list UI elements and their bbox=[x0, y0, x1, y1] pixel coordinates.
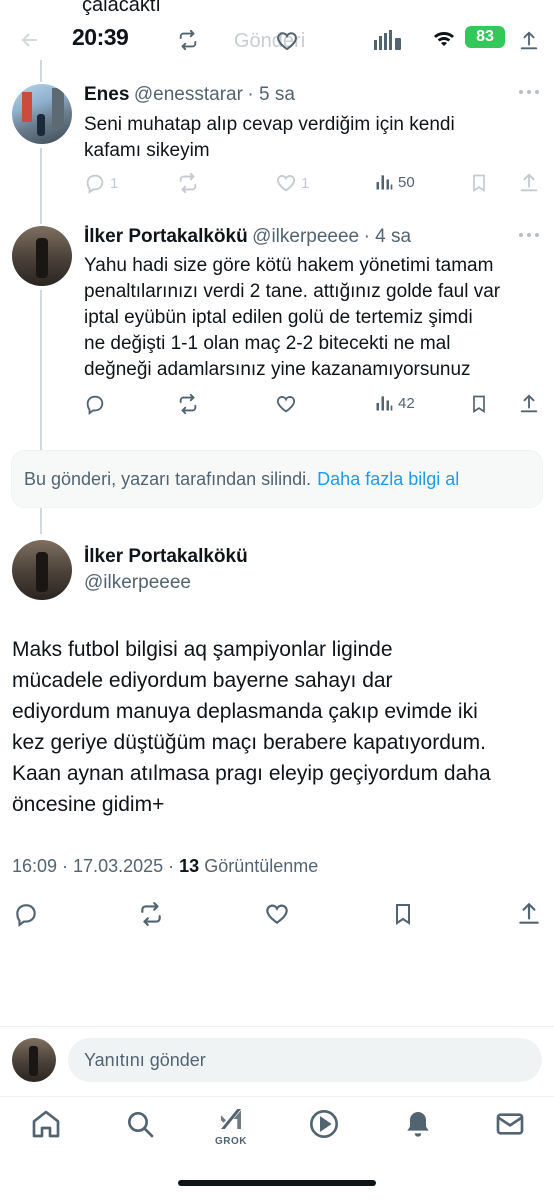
play-icon[interactable] bbox=[308, 1108, 340, 1140]
share-icon[interactable] bbox=[518, 393, 540, 415]
more-icon[interactable] bbox=[518, 88, 540, 96]
views-button[interactable]: 50 bbox=[374, 172, 415, 192]
like-icon bbox=[275, 172, 297, 194]
tweet-header: İlker Portakalkökü @ilkerpeeee · 4 sa bbox=[84, 226, 411, 248]
divider bbox=[0, 1026, 554, 1027]
battery-indicator: 83 bbox=[465, 26, 505, 48]
like-icon[interactable] bbox=[263, 901, 291, 927]
tweet-text: Seni muhatap alıp cevap verdiğim için ke… bbox=[84, 114, 455, 161]
repost-icon[interactable] bbox=[176, 29, 200, 51]
tweet-timestamp[interactable]: 16:09 · 17.03.2025 · bbox=[12, 856, 174, 876]
tweet-age: · 4 sa bbox=[363, 226, 412, 247]
like-icon[interactable] bbox=[275, 29, 299, 53]
views-icon bbox=[374, 172, 394, 192]
main-tweet-text: Maks futbol bilgisi aq şampiyonlar ligin… bbox=[12, 638, 491, 816]
deleted-notice-text: Bu gönderi, yazarı tarafından silindi. bbox=[24, 468, 312, 489]
share-icon[interactable] bbox=[518, 172, 540, 194]
repost-icon[interactable] bbox=[137, 901, 165, 927]
status-time: 20:39 bbox=[72, 24, 129, 50]
views-button[interactable]: 42 bbox=[374, 393, 415, 413]
avatar bbox=[12, 1038, 56, 1082]
bookmark-icon[interactable] bbox=[469, 393, 489, 415]
grok-label: GROK bbox=[215, 1136, 247, 1147]
tweet-header: Enes @enesstarar · 5 sa bbox=[84, 84, 295, 106]
tweet-text: Yahu hadi size göre kötü hakem yönetimi … bbox=[84, 255, 501, 380]
back-icon[interactable] bbox=[18, 28, 42, 52]
home-icon[interactable] bbox=[30, 1108, 62, 1140]
bell-icon[interactable] bbox=[402, 1108, 434, 1140]
views-label: Görüntülenme bbox=[204, 856, 319, 876]
thread-line bbox=[40, 508, 42, 534]
author-handle[interactable]: @ilkerpeeee bbox=[252, 226, 359, 247]
reply-input[interactable]: Yanıtını gönder bbox=[68, 1038, 542, 1082]
home-indicator bbox=[178, 1180, 376, 1186]
author-name[interactable]: Enes bbox=[84, 84, 129, 105]
repost-button[interactable] bbox=[177, 172, 199, 194]
like-button[interactable] bbox=[275, 393, 297, 415]
repost-icon bbox=[177, 172, 199, 194]
divider bbox=[0, 1096, 554, 1097]
thread-line bbox=[40, 148, 42, 224]
share-icon[interactable] bbox=[518, 30, 540, 52]
author-handle[interactable]: @enesstarar bbox=[134, 84, 243, 105]
tweet-age: · 5 sa bbox=[247, 84, 295, 105]
thread-line bbox=[40, 60, 42, 82]
cut-off-text: çalacaktı bbox=[82, 0, 161, 16]
reply-icon[interactable] bbox=[13, 901, 39, 927]
views-icon bbox=[374, 393, 394, 413]
bookmark-icon[interactable] bbox=[391, 901, 415, 927]
thread-line bbox=[40, 290, 42, 450]
reply-icon bbox=[84, 393, 106, 415]
more-icon[interactable] bbox=[518, 231, 540, 239]
wifi-icon bbox=[432, 28, 456, 48]
author-name[interactable]: İlker Portakalkökü bbox=[84, 226, 248, 247]
like-button[interactable]: 1 bbox=[275, 172, 309, 194]
reply-button[interactable] bbox=[84, 393, 106, 415]
reply-icon bbox=[84, 172, 106, 194]
grok-icon[interactable] bbox=[216, 1104, 246, 1134]
avatar[interactable] bbox=[12, 540, 72, 600]
author-name[interactable]: İlker Portakalkökü bbox=[84, 546, 248, 568]
share-icon[interactable] bbox=[516, 901, 542, 927]
views-count: 13 bbox=[179, 856, 200, 876]
author-handle[interactable]: @ilkerpeeee bbox=[84, 572, 191, 594]
like-icon bbox=[275, 393, 297, 415]
avatar[interactable] bbox=[12, 84, 72, 144]
search-icon[interactable] bbox=[124, 1108, 156, 1140]
bookmark-icon[interactable] bbox=[469, 172, 489, 194]
repost-button[interactable] bbox=[177, 393, 199, 415]
signal-icon bbox=[374, 30, 404, 50]
learn-more-link[interactable]: Daha fazla bilgi al bbox=[317, 469, 459, 490]
repost-icon bbox=[177, 393, 199, 415]
reply-button[interactable]: 1 bbox=[84, 172, 118, 194]
mail-icon[interactable] bbox=[494, 1108, 526, 1140]
tweet-meta: 16:09 · 17.03.2025 · 13 Görüntülenme bbox=[12, 856, 318, 877]
avatar[interactable] bbox=[12, 226, 72, 286]
deleted-post-notice: Bu gönderi, yazarı tarafından silindi. D… bbox=[11, 450, 543, 508]
